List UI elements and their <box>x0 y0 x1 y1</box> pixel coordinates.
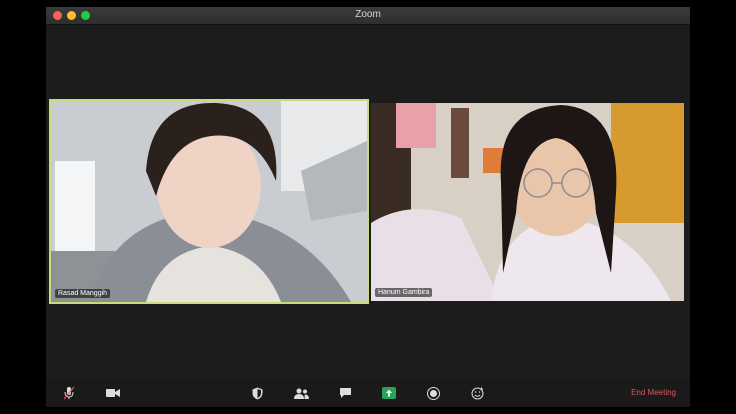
zoom-window: Zoom Rasad Manggih Hanum Gambira End Mee… <box>46 7 690 407</box>
meeting-toolbar: End Meeting <box>46 380 690 407</box>
video-tile-hanum-gambira[interactable]: Hanum Gambira <box>371 103 684 301</box>
stop-video-button[interactable] <box>103 384 123 402</box>
participant-name-label: Rasad Manggih <box>55 289 111 298</box>
security-button[interactable] <box>247 384 267 402</box>
reactions-button[interactable] <box>467 384 487 402</box>
microphone-muted-icon <box>63 386 75 400</box>
participant-video-feed <box>371 103 684 301</box>
participant-video-feed <box>51 101 367 302</box>
record-icon <box>426 386 440 400</box>
participants-button[interactable] <box>291 384 311 402</box>
video-camera-icon <box>106 389 120 397</box>
video-tile-rasad-manggih[interactable]: Rasad Manggih <box>49 99 369 304</box>
chat-icon <box>339 388 351 398</box>
record-button[interactable] <box>423 384 443 402</box>
participant-name-label: Hanum Gambira <box>375 288 433 297</box>
reactions-icon <box>471 387 483 399</box>
mute-button[interactable] <box>59 384 79 402</box>
share-screen-icon <box>382 387 396 399</box>
share-screen-button[interactable] <box>379 384 399 402</box>
chat-button[interactable] <box>335 384 355 402</box>
window-title: Zoom <box>355 9 381 20</box>
shield-icon <box>252 387 262 399</box>
end-meeting-button[interactable]: End Meeting <box>631 388 676 397</box>
participants-icon <box>293 388 309 399</box>
title-bar: Zoom <box>46 7 690 25</box>
